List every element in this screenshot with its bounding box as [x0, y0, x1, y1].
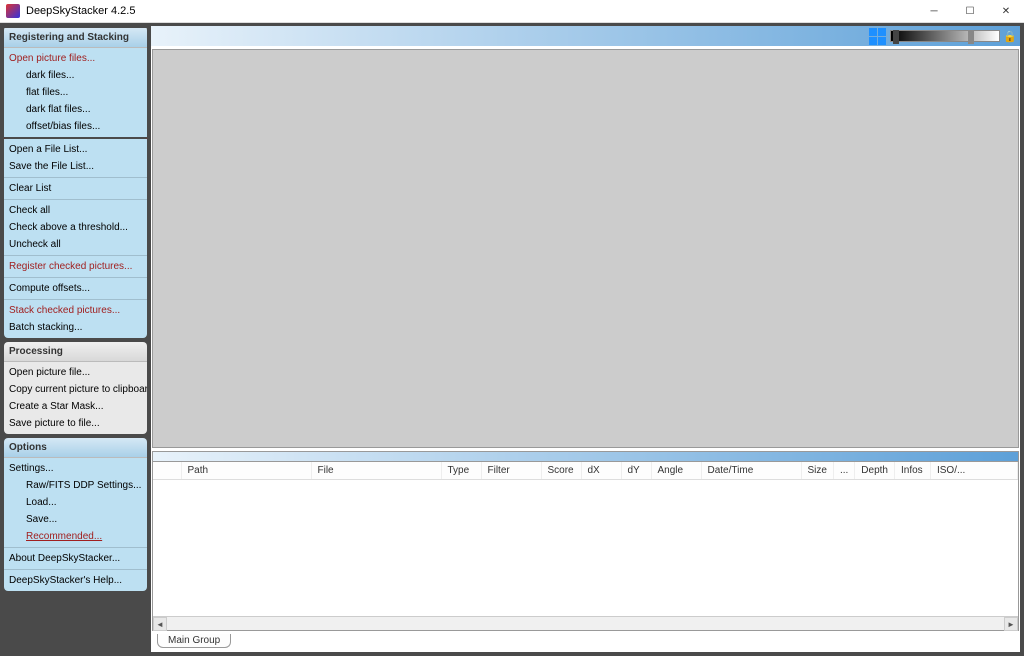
save-picture[interactable]: Save picture to file... — [4, 415, 147, 432]
col-dots[interactable]: ... — [833, 462, 854, 480]
check-all[interactable]: Check all — [4, 202, 147, 219]
scroll-left-icon[interactable]: ◄ — [153, 617, 167, 631]
about[interactable]: About DeepSkyStacker... — [4, 550, 147, 567]
panel-registering: Registering and Stacking Open picture fi… — [4, 26, 147, 338]
col-infos[interactable]: Infos — [894, 462, 930, 480]
slider-thumb-low[interactable] — [893, 30, 899, 44]
preview-area — [152, 49, 1019, 448]
minimize-button[interactable]: ─ — [916, 0, 952, 22]
scroll-track[interactable] — [167, 617, 1004, 630]
stack-checked[interactable]: Stack checked pictures... — [4, 302, 147, 319]
open-file-list[interactable]: Open a File List... — [4, 141, 147, 158]
file-list-headerbar — [153, 452, 1018, 462]
compute-offsets[interactable]: Compute offsets... — [4, 280, 147, 297]
batch-stacking[interactable]: Batch stacking... — [4, 319, 147, 336]
brightness-slider[interactable] — [890, 30, 1000, 42]
preview-toolbar: 🔒 — [151, 26, 1020, 46]
raw-fits-settings[interactable]: Raw/FITS DDP Settings... — [4, 477, 147, 494]
recommended-settings[interactable]: Recommended... — [4, 528, 147, 545]
panel-header-registering: Registering and Stacking — [4, 28, 147, 48]
col-size[interactable]: Size — [801, 462, 833, 480]
save-file-list[interactable]: Save the File List... — [4, 158, 147, 175]
copy-clipboard[interactable]: Copy current picture to clipboard — [4, 381, 147, 398]
col-check[interactable] — [153, 462, 181, 480]
col-datetime[interactable]: Date/Time — [701, 462, 801, 480]
panel-header-options: Options — [4, 438, 147, 458]
col-path[interactable]: Path — [181, 462, 311, 480]
titlebar: DeepSkyStacker 4.2.5 ─ ☐ ✕ — [0, 0, 1024, 23]
panel-header-processing: Processing — [4, 342, 147, 362]
open-picture-files[interactable]: Open picture files... — [4, 50, 147, 67]
clear-list[interactable]: Clear List — [4, 180, 147, 197]
col-depth[interactable]: Depth — [855, 462, 895, 480]
panel-options: Options Settings... Raw/FITS DDP Setting… — [4, 438, 147, 591]
col-dy[interactable]: dY — [621, 462, 651, 480]
col-score[interactable]: Score — [541, 462, 581, 480]
sidebar: Registering and Stacking Open picture fi… — [0, 23, 151, 656]
app-icon — [6, 4, 20, 18]
slider-thumb-high[interactable] — [968, 30, 974, 44]
scroll-right-icon[interactable]: ► — [1004, 617, 1018, 631]
save-settings[interactable]: Save... — [4, 511, 147, 528]
dark-files[interactable]: dark files... — [4, 67, 147, 84]
register-checked[interactable]: Register checked pictures... — [4, 258, 147, 275]
col-dx[interactable]: dX — [581, 462, 621, 480]
maximize-button[interactable]: ☐ — [952, 0, 988, 22]
highlighted-section: Registering and Stacking Open picture fi… — [4, 26, 147, 141]
col-file[interactable]: File — [311, 462, 441, 480]
col-iso[interactable]: ISO/... — [930, 462, 1017, 480]
create-star-mask[interactable]: Create a Star Mask... — [4, 398, 147, 415]
file-list-panel: Path File Type Filter Score dX dY Angle … — [152, 451, 1019, 631]
settings[interactable]: Settings... — [4, 460, 147, 477]
check-threshold[interactable]: Check above a threshold... — [4, 219, 147, 236]
flat-files[interactable]: flat files... — [4, 84, 147, 101]
help[interactable]: DeepSkyStacker's Help... — [4, 572, 147, 589]
window-title: DeepSkyStacker 4.2.5 — [26, 5, 135, 17]
dark-flat-files[interactable]: dark flat files... — [4, 101, 147, 118]
tab-main-group[interactable]: Main Group — [157, 634, 231, 648]
window-controls: ─ ☐ ✕ — [916, 0, 1024, 22]
col-filter[interactable]: Filter — [481, 462, 541, 480]
four-corners-icon[interactable] — [869, 28, 886, 45]
open-picture-file[interactable]: Open picture file... — [4, 364, 147, 381]
group-tabs: Main Group — [151, 634, 1020, 652]
lock-icon[interactable]: 🔒 — [1004, 29, 1016, 43]
load-settings[interactable]: Load... — [4, 494, 147, 511]
panel-processing: Processing Open picture file... Copy cur… — [4, 342, 147, 434]
content-area: 🔒 Path File Type Filter Score dX — [151, 26, 1020, 652]
file-table: Path File Type Filter Score dX dY Angle … — [153, 462, 1018, 616]
col-angle[interactable]: Angle — [651, 462, 701, 480]
table-header-row: Path File Type Filter Score dX dY Angle … — [153, 462, 1018, 480]
col-type[interactable]: Type — [441, 462, 481, 480]
horizontal-scrollbar[interactable]: ◄ ► — [153, 616, 1018, 630]
close-button[interactable]: ✕ — [988, 0, 1024, 22]
offset-bias-files[interactable]: offset/bias files... — [4, 118, 147, 135]
uncheck-all[interactable]: Uncheck all — [4, 236, 147, 253]
